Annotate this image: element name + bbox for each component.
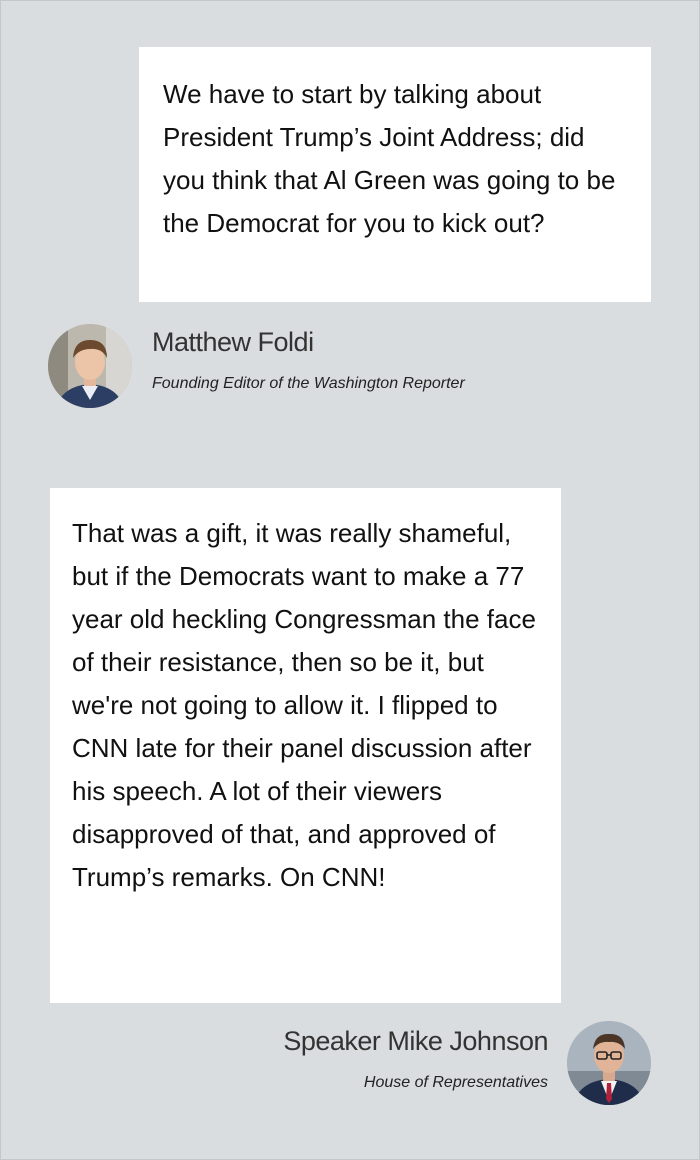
respondent-name: Speaker Mike Johnson — [283, 1026, 548, 1056]
interviewer-photo — [48, 324, 132, 408]
respondent-photo — [567, 1021, 651, 1105]
respondent-title: House of Representatives — [363, 1074, 548, 1091]
interviewer-title: Founding Editor of the Washington Report… — [152, 375, 465, 392]
question-bubble: We have to start by talking about Presid… — [139, 47, 651, 302]
interviewer-name: Matthew Foldi — [152, 327, 314, 357]
answer-text: That was a gift, it was really shameful,… — [72, 518, 536, 892]
question-text: We have to start by talking about Presid… — [163, 79, 616, 238]
interviewer-avatar — [48, 324, 132, 408]
respondent-avatar — [567, 1021, 651, 1105]
answer-bubble: That was a gift, it was really shameful,… — [50, 488, 561, 1003]
